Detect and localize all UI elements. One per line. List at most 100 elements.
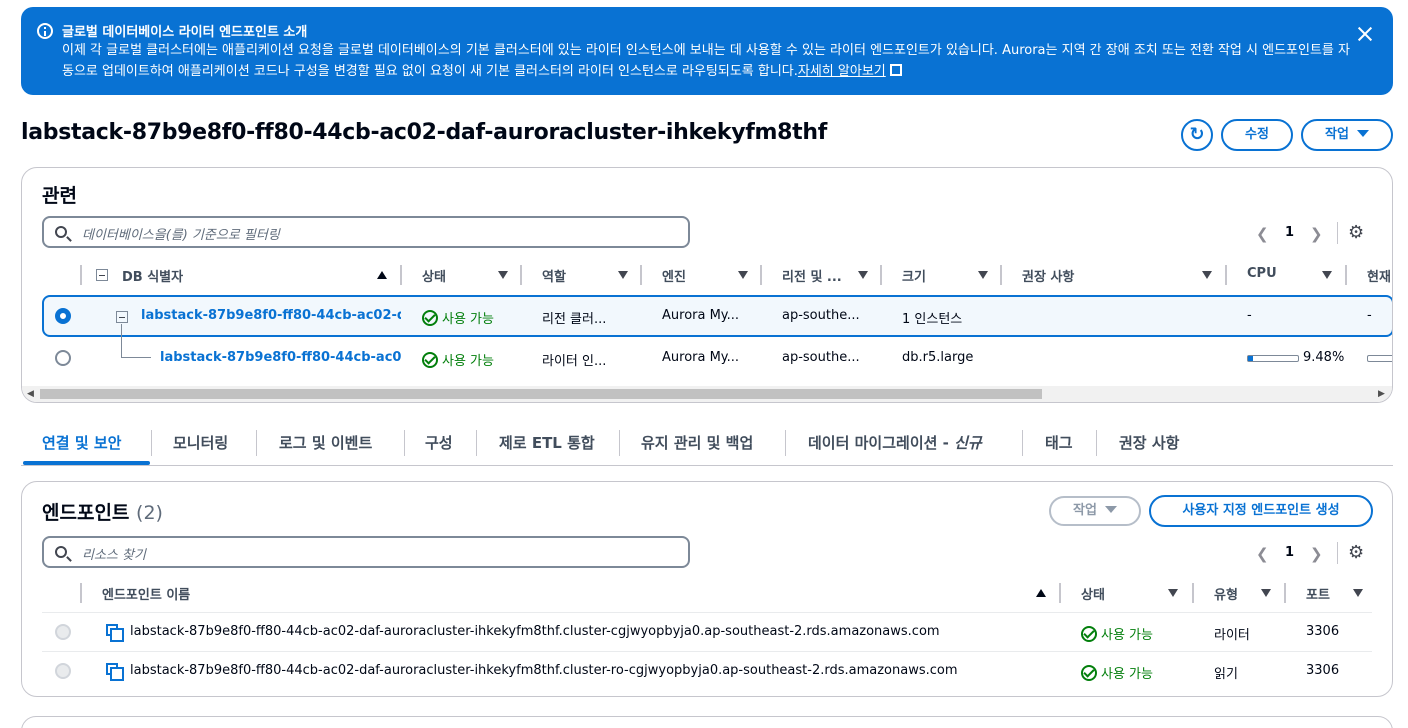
sort-icon[interactable] (738, 271, 748, 279)
gear-icon[interactable]: ⚙ (1348, 543, 1368, 563)
horizontal-scrollbar[interactable]: ◀ ▶ (22, 386, 1392, 402)
caret-down-icon (1356, 130, 1369, 137)
db-identifier-link[interactable]: labstack-87b9e8f0-ff80-44cb-ac0-ro (160, 350, 401, 365)
copy-icon[interactable] (106, 624, 124, 642)
current-progress-bar (1367, 355, 1392, 362)
type-cell: 읽기 (1214, 667, 1238, 682)
database-filter-input[interactable]: 데이터베이스을(를) 기준으로 필터링 (42, 216, 690, 248)
column-role[interactable]: 역할 (542, 266, 566, 285)
column-status[interactable]: 상태 (422, 266, 446, 285)
column-type[interactable]: 유형 (1214, 584, 1238, 603)
status-text: 사용 가능 (1101, 667, 1153, 682)
tab-monitoring[interactable]: 모니터링 (173, 432, 228, 453)
page-number[interactable]: 1 (1285, 545, 1294, 560)
column-recommendations[interactable]: 권장 사항 (1022, 266, 1074, 285)
tab-configuration[interactable]: 구성 (425, 432, 453, 453)
tab-divider (151, 430, 152, 456)
tab-divider (404, 430, 405, 456)
chevron-left-icon[interactable]: ❮ (1256, 545, 1269, 563)
column-cpu[interactable]: CPU (1247, 266, 1277, 281)
sort-icon[interactable] (1168, 589, 1178, 597)
refresh-button[interactable]: ↻ (1181, 119, 1213, 151)
column-status[interactable]: 상태 (1081, 584, 1105, 603)
sort-icon[interactable] (1261, 589, 1271, 597)
scroll-left-icon[interactable]: ◀ (27, 389, 34, 399)
column-divider (1059, 583, 1061, 603)
row-divider (42, 651, 1372, 652)
flash-title: 글로벌 데이터베이스 라이터 엔드포인트 소개 (62, 25, 308, 40)
search-placeholder: 리소스 찾기 (82, 548, 146, 563)
actions-button[interactable]: 작업 (1301, 119, 1393, 151)
status-text: 사용 가능 (1101, 628, 1153, 643)
tab-connectivity-security[interactable]: 연결 및 보안 (42, 432, 121, 453)
role-cell: 라이터 인... (542, 354, 607, 369)
info-icon (37, 23, 53, 39)
chevron-right-icon[interactable]: ❯ (1310, 225, 1323, 243)
tab-recommendations[interactable]: 권장 사항 (1119, 432, 1179, 453)
page-number[interactable]: 1 (1285, 225, 1294, 240)
check-circle-icon (1081, 626, 1097, 642)
db-identifier-link[interactable]: labstack-87b9e8f0-ff80-44cb-ac02-daf (141, 308, 401, 323)
row-radio-disabled (55, 663, 71, 679)
row-radio[interactable] (55, 350, 71, 366)
column-region[interactable]: 리전 및 ... (782, 266, 842, 285)
close-icon[interactable] (1355, 24, 1375, 44)
sort-ascending-icon[interactable] (1036, 589, 1046, 597)
tab-new-label: 신규 (954, 434, 982, 452)
tab-maintenance-backup[interactable]: 유지 관리 및 백업 (641, 432, 753, 453)
modify-button[interactable]: 수정 (1221, 119, 1293, 151)
role-cell: 리전 클러... (542, 312, 607, 327)
endpoints-title-text: 엔드포인트 (42, 502, 130, 524)
sort-icon[interactable] (618, 271, 628, 279)
tab-logs-events[interactable]: 로그 및 이벤트 (279, 432, 372, 453)
endpoints-actions-button[interactable]: 작업 (1049, 496, 1141, 526)
region-cell: ap-southe... (782, 308, 860, 323)
column-divider (1000, 265, 1002, 285)
copy-icon[interactable] (106, 663, 124, 681)
sort-icon[interactable] (978, 271, 988, 279)
chevron-left-icon[interactable]: ❮ (1256, 225, 1269, 243)
learn-more-link[interactable]: 자세히 알아보기 (798, 64, 886, 79)
column-engine[interactable]: 엔진 (662, 266, 686, 285)
current-cell: - (1367, 308, 1372, 323)
tab-data-migration-label: 데이터 마이그레이션 - (808, 434, 955, 452)
scroll-right-icon[interactable]: ▶ (1378, 389, 1385, 399)
sort-ascending-icon[interactable] (377, 271, 387, 279)
sort-icon[interactable] (1353, 589, 1363, 597)
column-size[interactable]: 크기 (902, 266, 926, 285)
create-custom-endpoint-button[interactable]: 사용자 지정 엔드포인트 생성 (1149, 495, 1373, 527)
sort-icon[interactable] (858, 271, 868, 279)
sort-icon[interactable] (1202, 271, 1212, 279)
column-divider (80, 583, 82, 603)
collapse-row-icon[interactable] (116, 311, 128, 323)
check-circle-icon (422, 310, 438, 326)
gear-icon[interactable]: ⚙ (1348, 223, 1368, 243)
column-divider (760, 265, 762, 285)
sort-icon[interactable] (1322, 271, 1332, 279)
next-container (21, 716, 1393, 728)
column-current[interactable]: 현재 (1367, 266, 1391, 285)
cpu-cell: - (1247, 308, 1252, 323)
cpu-cell: 9.48% (1303, 350, 1345, 365)
tab-tags[interactable]: 태그 (1045, 432, 1073, 453)
tab-divider (619, 430, 620, 456)
chevron-right-icon[interactable]: ❯ (1310, 545, 1323, 563)
scrollbar-thumb[interactable] (40, 389, 1042, 399)
row-radio-selected[interactable] (55, 308, 71, 324)
resource-search-input[interactable]: 리소스 찾기 (42, 536, 690, 568)
info-flash-banner: 글로벌 데이터베이스 라이터 엔드포인트 소개 이제 각 글로벌 클러스터에는 … (21, 7, 1393, 95)
detail-tabs: 연결 및 보안 모니터링 로그 및 이벤트 구성 제로 ETL 통합 유지 관리… (21, 424, 1393, 466)
tab-data-migration[interactable]: 데이터 마이그레이션 - 신규 (808, 432, 982, 453)
column-port[interactable]: 포트 (1306, 584, 1330, 603)
flash-body: 이제 각 글로벌 클러스터에는 애플리케이션 요청을 글로벌 데이터베이스의 기… (62, 40, 1352, 82)
column-db-identifier[interactable]: DB 식별자 (122, 266, 183, 285)
size-cell: 1 인스턴스 (902, 312, 963, 327)
sort-icon[interactable] (498, 271, 508, 279)
endpoints-title: 엔드포인트 (2) (42, 498, 163, 525)
column-endpoint-name[interactable]: 엔드포인트 이름 (102, 584, 190, 603)
tab-zero-etl[interactable]: 제로 ETL 통합 (499, 432, 595, 453)
endpoints-count: (2) (136, 502, 163, 524)
engine-cell: Aurora My... (662, 308, 740, 323)
collapse-all-icon[interactable] (96, 269, 108, 281)
status-text: 사용 가능 (442, 354, 494, 369)
